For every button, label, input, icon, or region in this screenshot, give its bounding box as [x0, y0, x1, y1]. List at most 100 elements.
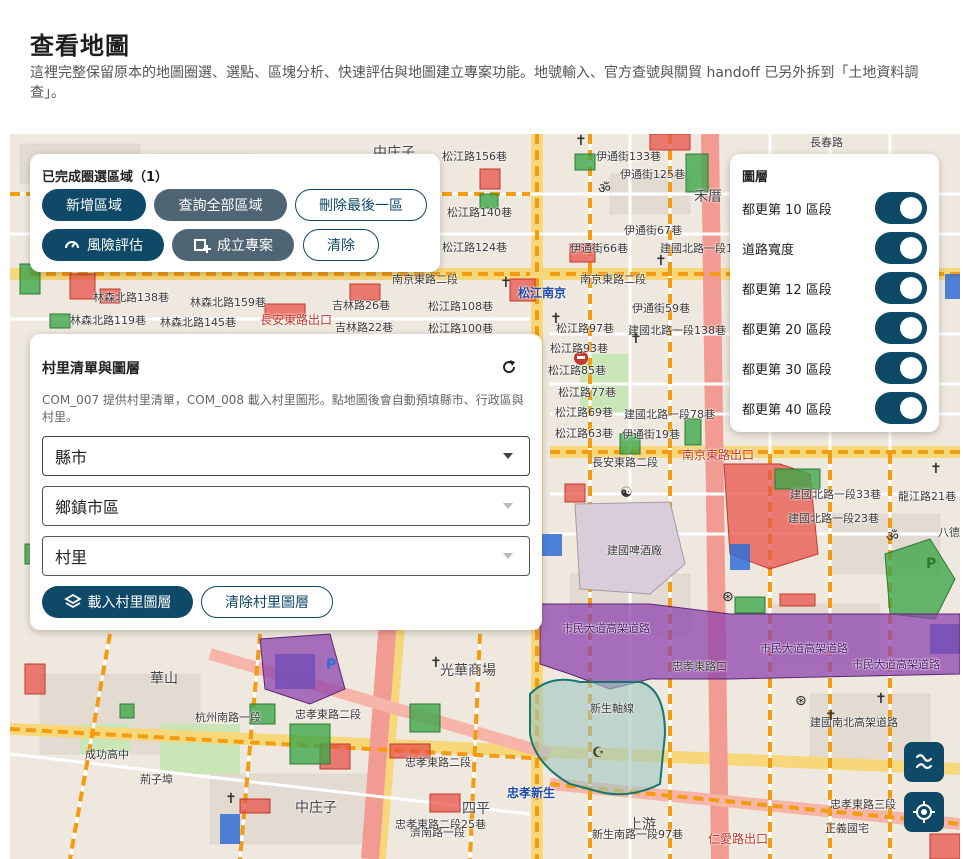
- map-label: 新生軸線: [590, 702, 634, 715]
- map-label: 南京東路二段: [392, 273, 458, 286]
- church-icon: ✝: [550, 311, 562, 327]
- map-label: 松江路124巷: [442, 241, 507, 254]
- map-label: 成功高中: [85, 748, 129, 761]
- map-label: 林森北路145巷: [160, 316, 236, 329]
- create-project-button[interactable]: 成立專案: [172, 229, 294, 261]
- risk-eval-label: 風險評估: [87, 238, 143, 254]
- locate-button[interactable]: [904, 792, 944, 832]
- map-label: 伊通街133巷: [596, 150, 661, 163]
- district-select-value: 鄉鎮市區: [55, 498, 120, 517]
- district-select[interactable]: 鄉鎮市區: [42, 486, 530, 526]
- church-icon: ✝: [630, 331, 642, 347]
- map-label: 松江路77巷: [558, 386, 616, 399]
- map-label: 正義國宅: [825, 822, 869, 835]
- map-label: 八德: [938, 526, 960, 539]
- map-label: 忠孝新生: [507, 786, 556, 800]
- page-title: 查看地圖: [30, 32, 130, 60]
- route-draw-button[interactable]: [904, 742, 944, 782]
- county-select-value: 縣市: [55, 448, 88, 467]
- map-view[interactable]: 中庄子 松江路156巷 松江路140巷 松江路124巷 松江路108巷 松江路1…: [10, 134, 960, 859]
- chevron-down-icon: [503, 503, 513, 509]
- map-label: 南京東路出口: [682, 448, 755, 462]
- village-select[interactable]: 村里: [42, 536, 530, 576]
- layer-row-road-width: 道路寬度: [742, 230, 927, 266]
- layer-toggle[interactable]: [875, 232, 927, 264]
- create-project-label: 成立專案: [217, 238, 273, 254]
- map-label: 松江路93巷: [550, 342, 608, 355]
- map-label: 松江路69巷: [555, 406, 613, 419]
- map-label: 忠孝東路口: [672, 660, 727, 673]
- church-icon: ✝: [655, 253, 667, 269]
- add-project-icon: [194, 239, 211, 253]
- load-village-layer-button[interactable]: 載入村里圖層: [42, 586, 193, 618]
- map-label: 忠孝東路二段25巷: [395, 818, 486, 831]
- church-icon: ✝: [225, 791, 237, 807]
- church-icon: ✝: [500, 275, 512, 291]
- map-label: 四平: [462, 801, 490, 817]
- layer-row-30: 都更第 30 區段: [742, 350, 927, 386]
- church-icon: ✝: [430, 655, 442, 671]
- page-description: 這裡完整保留原本的地圖圈選、選點、區塊分析、快速評估與地圖建立專案功能。地號輸入…: [30, 65, 919, 101]
- om-icon: ॐ: [886, 529, 899, 545]
- map-label: 松江路108巷: [428, 300, 493, 313]
- map-label: 光華商場: [440, 663, 496, 679]
- map-label: 龍江路21巷: [898, 490, 956, 503]
- refresh-icon[interactable]: [500, 358, 518, 376]
- om-icon: ॐ: [598, 181, 611, 197]
- map-label: 忠孝東路二段: [405, 756, 471, 769]
- route-icon: [915, 754, 933, 770]
- map-label: 松江南京: [518, 286, 567, 300]
- add-area-button[interactable]: 新增區域: [42, 189, 146, 221]
- query-all-button[interactable]: 查詢全部區域: [154, 189, 287, 221]
- layer-label: 都更第 20 區段: [742, 322, 832, 338]
- chevron-down-icon: [503, 453, 513, 459]
- parking-icon: P: [926, 556, 937, 572]
- area-panel: 已完成圈選區域（1） 新增區域 查詢全部區域 刪除最後一區 風險評估 成立專案 …: [30, 154, 440, 272]
- yin-yang-icon: ☯: [620, 485, 633, 501]
- map-label: 林森北路159巷: [190, 296, 266, 309]
- layers-panel-title: 圖層: [742, 170, 769, 185]
- layer-row-20: 都更第 20 區段: [742, 310, 927, 346]
- church-icon: ✝: [930, 461, 942, 477]
- county-select[interactable]: 縣市: [42, 436, 530, 476]
- delete-last-button[interactable]: 刪除最後一區: [295, 189, 427, 221]
- clear-village-layer-button[interactable]: 清除村里圖層: [201, 586, 333, 618]
- poi-icon: ⊛: [722, 589, 734, 605]
- village-panel-description: COM_007 提供村里清單，COM_008 載入村里圖形。點地圖後會自動預填縣…: [42, 393, 524, 424]
- layer-label: 都更第 12 區段: [742, 282, 832, 298]
- map-label: 建國北路一段23巷: [788, 512, 879, 525]
- map-label: 建國南北高架道路: [810, 716, 898, 729]
- layer-toggle[interactable]: [875, 272, 927, 304]
- layer-toggle[interactable]: [875, 312, 927, 344]
- map-label: 林森北路119巷: [70, 314, 146, 327]
- parking-icon: P: [326, 657, 337, 673]
- map-label: 伊通街125巷: [620, 168, 685, 181]
- map-label: 長安東路二段: [592, 456, 658, 469]
- load-village-layer-label: 載入村里圖層: [87, 595, 172, 611]
- risk-eval-button[interactable]: 風險評估: [42, 229, 164, 261]
- layer-toggle[interactable]: [875, 192, 927, 224]
- map-label: 忠孝東路三段: [830, 798, 896, 811]
- church-icon: ✝: [825, 708, 837, 724]
- map-label: 松江路140巷: [447, 206, 512, 219]
- map-label: 忠孝東路二段: [295, 708, 361, 721]
- map-label: 伊通街67巷: [624, 224, 682, 237]
- map-label: 荊子埠: [140, 773, 173, 786]
- map-label: 伊通街66巷: [570, 242, 628, 255]
- religious-icon: ☪: [592, 745, 605, 761]
- clear-button[interactable]: 清除: [303, 229, 379, 261]
- map-label: 市民大道高架道路: [562, 622, 650, 635]
- layer-toggle[interactable]: [875, 352, 927, 384]
- layer-label: 道路寬度: [742, 242, 795, 258]
- layers-icon: [63, 593, 82, 609]
- map-label: 松江路97巷: [556, 322, 614, 335]
- map-label: 松江路85巷: [548, 364, 606, 377]
- layer-toggle[interactable]: [875, 392, 927, 424]
- map-label: 吉林路22巷: [335, 321, 393, 334]
- map-label: 伊通街59巷: [632, 302, 690, 315]
- layer-row-40: 都更第 40 區段: [742, 390, 927, 426]
- village-select-value: 村里: [55, 548, 88, 567]
- map-label: 松江路63巷: [555, 427, 613, 440]
- layer-row-10: 都更第 10 區段: [742, 190, 927, 226]
- map-label: 建國北路一段138巷: [628, 324, 726, 337]
